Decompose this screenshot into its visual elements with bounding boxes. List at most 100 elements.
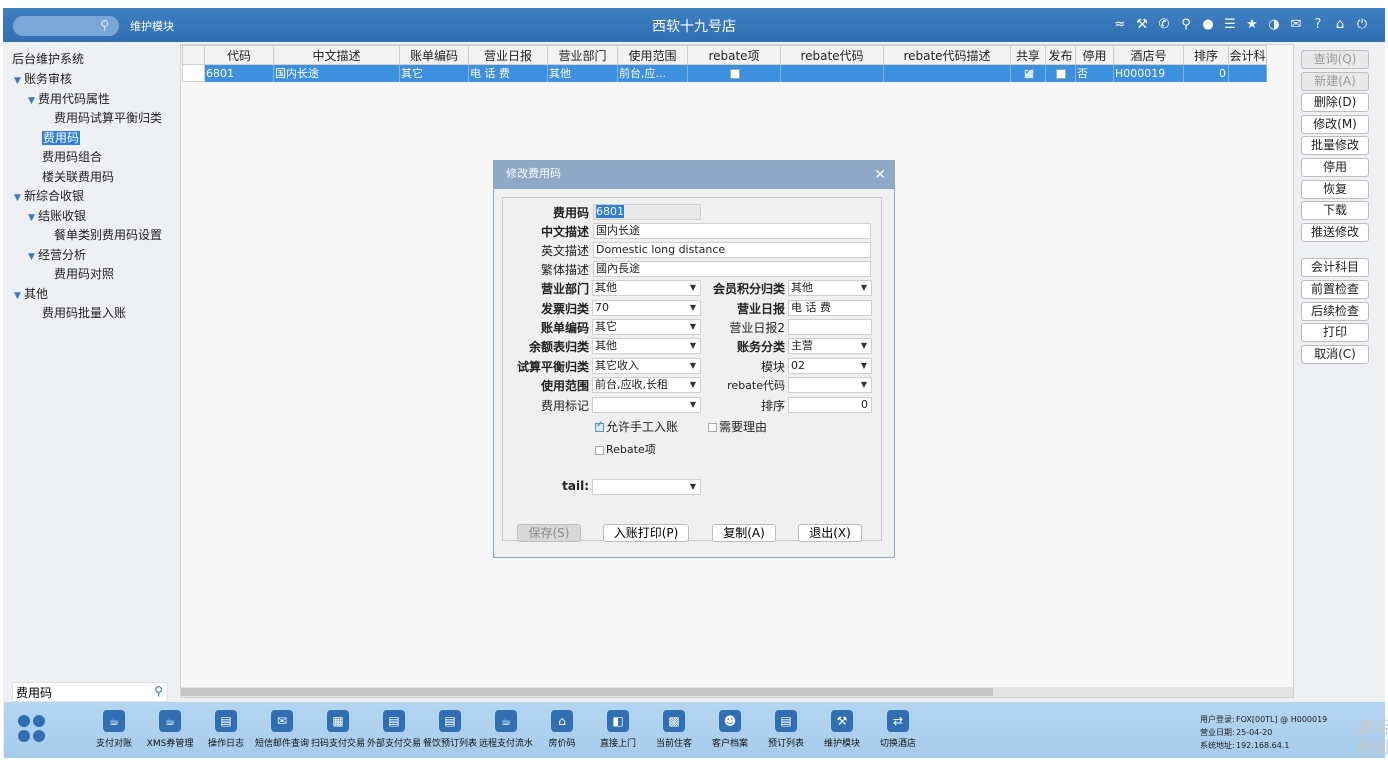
tree-node-trial-balance[interactable]: 费用码试算平衡归类: [12, 109, 162, 129]
post-print-button[interactable]: 入账打印(P): [603, 524, 689, 542]
dropdown-icon[interactable]: ▼: [690, 320, 696, 334]
print-button[interactable]: 打印: [1301, 323, 1369, 343]
tw-desc-field[interactable]: 國內長途: [593, 261, 871, 277]
taskbar-coupon[interactable]: ☕ XMS券管理: [140, 710, 200, 749]
tree-node-checkout[interactable]: ▼ 结账收银: [12, 207, 162, 227]
star-icon[interactable]: ★: [1243, 15, 1261, 33]
taskbar-sms-mail[interactable]: ✉ 短信邮件查询: [252, 710, 312, 749]
dept-select[interactable]: 其他 ▼: [592, 280, 701, 296]
column-header[interactable]: 排序: [1183, 45, 1229, 65]
shared-checkbox[interactable]: [1023, 67, 1034, 79]
taskbar-external-pay[interactable]: ▤ 外部支付交易: [364, 710, 424, 749]
trial-select[interactable]: 其它收入 ▼: [592, 358, 701, 374]
dropdown-icon[interactable]: ▼: [861, 378, 867, 392]
dropdown-icon[interactable]: ▼: [690, 398, 696, 412]
tree-node-account-audit[interactable]: ▼ 账务审核: [12, 70, 162, 90]
rebate-checkbox[interactable]: [729, 68, 740, 79]
tail-select[interactable]: ▼: [592, 479, 701, 495]
tree-node-menu-category[interactable]: 餐单类别费用码设置: [12, 226, 162, 246]
taskbar-walk-in[interactable]: ◧ 直接上门: [588, 710, 648, 749]
row-header[interactable]: [182, 64, 205, 82]
tree-node-code-mapping[interactable]: 费用码对照: [12, 265, 162, 285]
column-header[interactable]: rebate代码: [780, 45, 884, 65]
dropdown-icon[interactable]: ▼: [690, 359, 696, 373]
column-header[interactable]: 会计科: [1228, 45, 1267, 65]
tree-root[interactable]: 后台维护系统: [12, 50, 84, 67]
tools-icon[interactable]: ⚒: [1133, 15, 1151, 33]
column-header[interactable]: 营业部门: [547, 45, 618, 65]
need-reason-checkbox[interactable]: 需要理由: [708, 418, 767, 435]
copy-button[interactable]: 复制(A): [712, 524, 776, 542]
phone-icon[interactable]: ✆: [1155, 15, 1173, 33]
taskbar-switch-hotel[interactable]: ⇄ 切换酒店: [868, 710, 928, 749]
dropdown-icon[interactable]: ▼: [861, 281, 867, 295]
menu-icon[interactable]: ☰: [1221, 15, 1239, 33]
dropdown-icon[interactable]: ▼: [690, 281, 696, 295]
invoice-select[interactable]: 70 ▼: [592, 300, 701, 316]
column-header[interactable]: 代码: [204, 45, 274, 65]
tree-node-batch-post[interactable]: 费用码批量入账: [12, 304, 162, 324]
query-button[interactable]: 查询(Q): [1301, 50, 1369, 69]
dropdown-icon[interactable]: ▼: [861, 359, 867, 373]
cell-rebate-code[interactable]: [780, 64, 884, 82]
new-button[interactable]: 新建(A): [1301, 71, 1369, 91]
column-header[interactable]: rebate代码描述: [883, 45, 1011, 65]
cell-account[interactable]: [1228, 64, 1267, 82]
question-icon[interactable]: ?: [1309, 15, 1327, 33]
cell-cn-desc[interactable]: 国内长途: [273, 64, 400, 82]
taskbar-oplog[interactable]: ▤ 操作日志: [196, 710, 256, 749]
acct-type-select[interactable]: 主营 ▼: [788, 338, 872, 354]
rebate-item-checkbox[interactable]: Rebate项: [595, 441, 656, 457]
cell-bill-code[interactable]: 其它: [399, 64, 469, 82]
cell-daily-report[interactable]: 电 话 费: [468, 64, 548, 82]
tree-node-fee-code[interactable]: 费用码: [12, 129, 162, 149]
column-header[interactable]: 酒店号: [1113, 45, 1184, 65]
search-icon[interactable]: ⚲: [154, 684, 163, 698]
cancel-button[interactable]: 取消(C): [1301, 344, 1369, 364]
column-header[interactable]: 停用: [1075, 45, 1114, 65]
save-button[interactable]: 保存(S): [517, 524, 581, 542]
tree-node-new-cashier[interactable]: ▼ 新综合收银: [12, 187, 162, 207]
dropdown-icon[interactable]: ▼: [690, 378, 696, 392]
cell-hotel[interactable]: H000019: [1113, 64, 1184, 82]
expand-arrow-icon[interactable]: ▼: [14, 189, 24, 208]
tree-node-other[interactable]: ▼ 其他: [12, 285, 162, 305]
member-select[interactable]: 其他 ▼: [788, 280, 872, 296]
cell-scope[interactable]: 前台,应...: [617, 64, 688, 82]
taskbar-current-guests[interactable]: ▩ 当前住客: [644, 710, 704, 749]
help-search-icon[interactable]: ⚲: [1177, 15, 1195, 33]
wifi-icon[interactable]: ≈: [1111, 15, 1129, 33]
daily-field[interactable]: 电 话 费: [788, 300, 872, 316]
module-select[interactable]: 02 ▼: [788, 358, 872, 374]
palette-icon[interactable]: ●: [1199, 15, 1217, 33]
column-header[interactable]: 账单编码: [399, 45, 469, 65]
expand-arrow-icon[interactable]: ▼: [14, 72, 24, 91]
modify-button[interactable]: 修改(M): [1301, 114, 1369, 134]
search-icon[interactable]: ⚲: [100, 18, 109, 32]
close-icon[interactable]: ✕: [874, 162, 886, 188]
dropdown-icon[interactable]: ▼: [690, 301, 696, 315]
column-header[interactable]: 中文描述: [273, 45, 400, 65]
order-field[interactable]: 0: [788, 397, 872, 413]
cell-published[interactable]: [1045, 64, 1076, 82]
cell-dept[interactable]: 其他: [547, 64, 618, 82]
rebate-select[interactable]: ▼: [788, 377, 872, 393]
dropdown-icon[interactable]: ▼: [861, 339, 867, 353]
expand-arrow-icon[interactable]: ▼: [28, 92, 38, 111]
column-header[interactable]: 发布: [1045, 45, 1076, 65]
theme-icon[interactable]: ◑: [1265, 15, 1283, 33]
cn-desc-field[interactable]: 国内长途: [593, 223, 871, 239]
column-header[interactable]: rebate项: [687, 45, 781, 65]
download-button[interactable]: 下载: [1301, 201, 1369, 221]
tree-search-input[interactable]: [13, 683, 143, 701]
cell-code[interactable]: 6801: [204, 64, 274, 82]
post-check-button[interactable]: 后续检查: [1301, 301, 1369, 321]
taskbar-customer-profile[interactable]: ☻ 客户档案: [700, 710, 760, 749]
taskbar-reservations[interactable]: ▤ 预订列表: [756, 710, 816, 749]
push-modify-button[interactable]: 推送修改: [1301, 222, 1369, 242]
published-checkbox[interactable]: [1056, 68, 1066, 79]
column-header[interactable]: 营业日报: [468, 45, 548, 65]
expand-arrow-icon[interactable]: ▼: [28, 209, 38, 228]
stop-button[interactable]: 停用: [1301, 157, 1369, 177]
tree-node-building-fee[interactable]: 楼关联费用码: [12, 168, 162, 188]
